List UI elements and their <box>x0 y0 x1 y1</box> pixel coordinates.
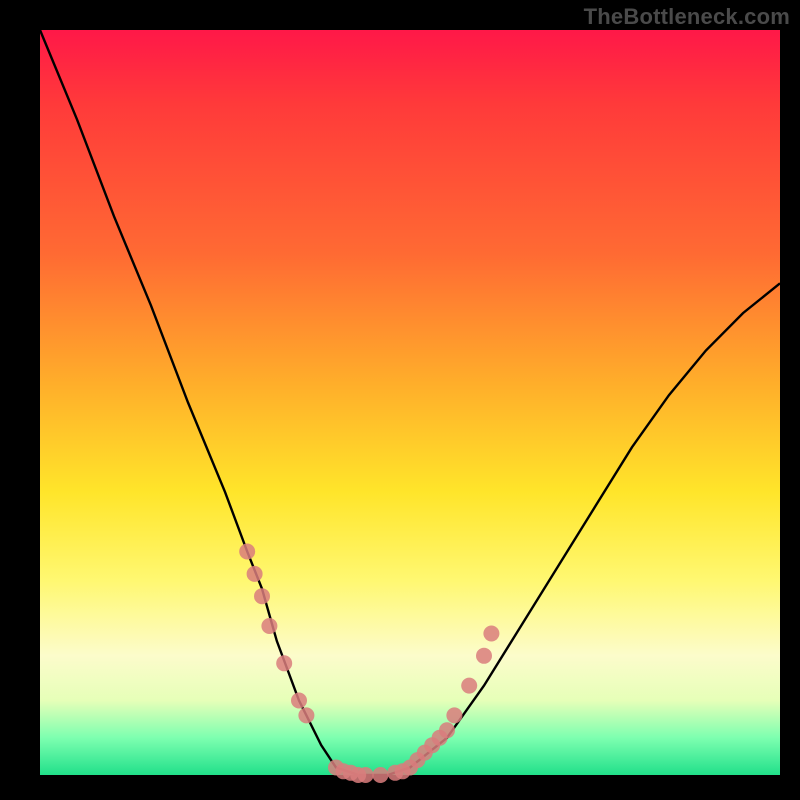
data-point <box>247 566 263 582</box>
data-point <box>483 626 499 642</box>
watermark-text: TheBottleneck.com <box>584 4 790 30</box>
data-point <box>372 767 388 783</box>
data-point <box>291 693 307 709</box>
data-point <box>446 707 462 723</box>
data-point-group <box>239 544 499 784</box>
chart-frame: TheBottleneck.com <box>0 0 800 800</box>
bottleneck-curve <box>40 30 780 775</box>
plot-area <box>40 30 780 775</box>
data-point <box>476 648 492 664</box>
data-point <box>461 678 477 694</box>
data-point <box>261 618 277 634</box>
chart-svg <box>40 30 780 775</box>
data-point <box>439 722 455 738</box>
data-point <box>239 544 255 560</box>
data-point <box>298 707 314 723</box>
data-point <box>358 767 374 783</box>
data-point <box>276 655 292 671</box>
data-point <box>254 588 270 604</box>
